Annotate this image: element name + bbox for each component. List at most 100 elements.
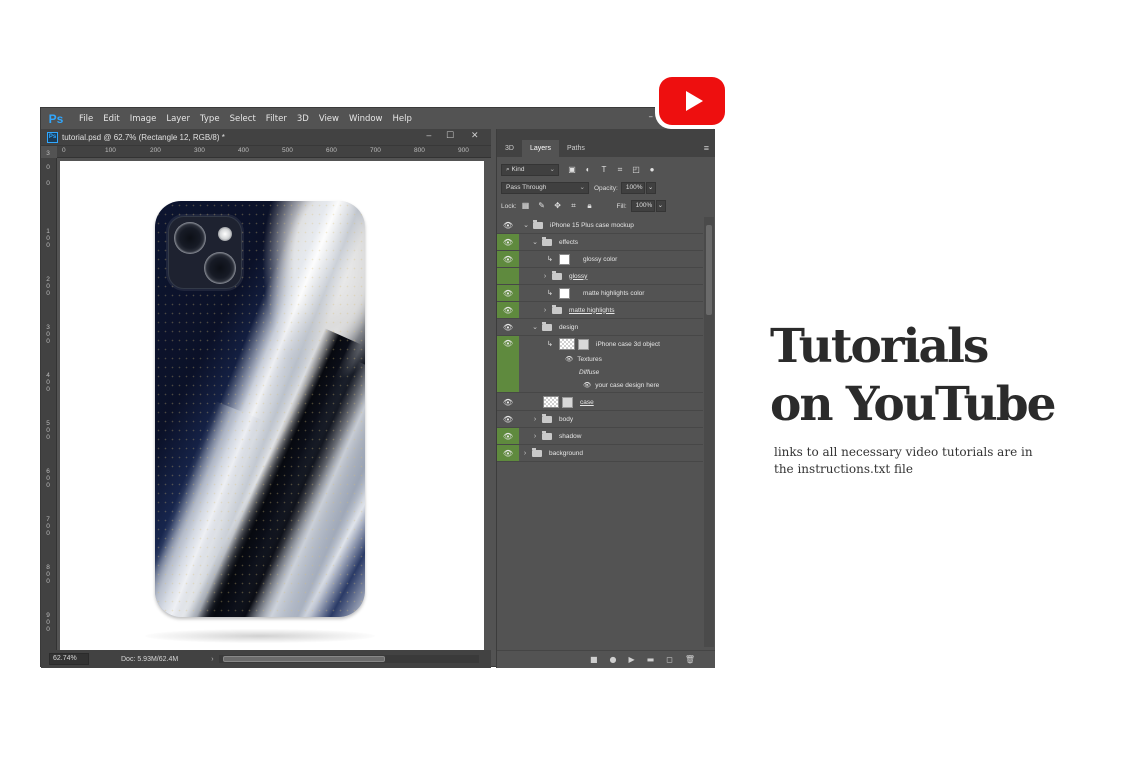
visibility-eye-icon[interactable]: 👁︎ <box>497 302 519 318</box>
ruler-tick: 200 <box>150 147 161 154</box>
layer-row[interactable]: 👁︎ ⌄ design <box>497 319 703 336</box>
close-icon[interactable]: ✕ <box>471 131 479 141</box>
chevron-down-icon: ⌄ <box>657 202 664 209</box>
lock-transparent-icon[interactable]: ▦ <box>521 201 531 211</box>
layer-row[interactable]: › glossy <box>497 268 703 285</box>
document-canvas[interactable] <box>60 161 484 653</box>
new-layer-icon[interactable]: ◻ <box>666 655 673 664</box>
layers-scrollbar[interactable] <box>704 217 714 647</box>
panel-menu-icon[interactable]: ≡ <box>704 143 709 153</box>
shape-filter-icon[interactable]: ⌗ <box>615 165 625 175</box>
chevron-right-icon[interactable]: › <box>531 416 539 423</box>
filter-kind-select[interactable]: ⌕ Kind ⌄ <box>501 164 559 176</box>
adjustment-filter-icon[interactable]: ◐ <box>583 165 593 175</box>
eye-icon[interactable]: 👁︎ <box>583 381 591 389</box>
chevron-right-icon[interactable]: › <box>541 273 549 280</box>
menu-select[interactable]: Select <box>225 114 261 124</box>
chevron-down-icon[interactable]: ⌄ <box>522 221 530 229</box>
ruler-tick: 700 <box>370 147 381 154</box>
folder-icon <box>542 430 552 440</box>
layer-content: › shadow <box>531 428 581 444</box>
menu-help[interactable]: Help <box>388 114 417 124</box>
visibility-eye-icon[interactable]: 👁︎ <box>497 217 519 233</box>
document-title: tutorial.psd @ 62.7% (Rectangle 12, RGB/… <box>62 132 225 142</box>
lock-image-icon[interactable]: ✎ <box>537 201 547 211</box>
maximize-icon[interactable]: ☐ <box>446 131 454 141</box>
layer-row-3d-object[interactable]: 👁︎ ↳ iPhone case 3d object 👁︎ Textures D… <box>497 336 703 393</box>
layer-row[interactable]: 👁︎ › matte highlights <box>497 302 703 319</box>
add-style-icon[interactable]: ● <box>610 655 617 664</box>
visibility-eye-icon[interactable]: 👁︎ <box>497 251 519 267</box>
visibility-eye-icon[interactable]: 👁︎ <box>497 336 519 392</box>
ruler-tick: 9 0 0 <box>46 612 50 633</box>
ruler-tick: 5 0 0 <box>46 420 50 441</box>
lock-label: Lock: <box>501 202 517 210</box>
opacity-field[interactable]: 100% <box>620 182 645 194</box>
ruler-tick: 1 0 0 <box>46 228 50 249</box>
chevron-right-icon[interactable]: › <box>541 307 549 314</box>
menu-file[interactable]: File <box>74 114 98 124</box>
layer-row[interactable]: 👁︎ › shadow <box>497 428 703 445</box>
chevron-down-icon[interactable]: ⌄ <box>531 323 539 331</box>
filter-toggle-icon[interactable]: ● <box>647 165 657 175</box>
layer-row[interactable]: 👁︎ › body <box>497 411 703 428</box>
visibility-eye-icon[interactable]: 👁︎ <box>497 411 519 427</box>
minimize-icon[interactable]: ‒ <box>426 131 432 141</box>
menu-edit[interactable]: Edit <box>98 114 124 124</box>
menu-filter[interactable]: Filter <box>261 114 292 124</box>
visibility-eye-icon[interactable]: 👁︎ <box>497 428 519 444</box>
menu-window[interactable]: Window <box>344 114 388 124</box>
new-group-icon[interactable]: ▬ <box>647 655 655 664</box>
type-filter-icon[interactable]: T <box>599 165 609 175</box>
visibility-eye-icon[interactable] <box>497 268 519 284</box>
smart-object-filter-icon[interactable]: ◰ <box>631 165 641 175</box>
menu-view[interactable]: View <box>314 114 344 124</box>
trash-icon[interactable]: 🗑︎ <box>685 655 695 664</box>
blend-mode-select[interactable]: Pass Through ⌄ <box>501 182 589 194</box>
visibility-eye-icon[interactable]: 👁︎ <box>497 285 519 301</box>
layer-row[interactable]: 👁︎ case <box>497 394 703 411</box>
camera-flash <box>218 227 232 241</box>
layer-row[interactable]: 👁︎ ↳ matte highlights color <box>497 285 703 302</box>
visibility-eye-icon[interactable]: 👁︎ <box>497 445 519 461</box>
visibility-eye-icon[interactable]: 👁︎ <box>497 394 519 410</box>
menu-3d[interactable]: 3D <box>292 114 314 124</box>
add-mask-icon[interactable]: ▶ <box>628 655 634 664</box>
scroll-thumb[interactable] <box>223 656 385 662</box>
smart-object-icon <box>562 396 573 408</box>
opacity-dropdown[interactable]: ⌄ <box>645 182 656 194</box>
chevron-right-icon[interactable]: › <box>521 450 529 457</box>
minimize-button[interactable]: – <box>649 112 654 122</box>
tab-paths[interactable]: Paths <box>559 140 593 157</box>
eye-icon[interactable]: 👁︎ <box>565 355 573 363</box>
visibility-eye-icon[interactable]: 👁︎ <box>497 234 519 250</box>
horizontal-scrollbar[interactable] <box>219 655 479 663</box>
document-tab[interactable]: Ps tutorial.psd @ 62.7% (Rectangle 12, R… <box>41 129 491 146</box>
zoom-field[interactable]: 62.74% <box>49 653 89 665</box>
layer-row[interactable]: 👁︎ ⌄ effects <box>497 234 703 251</box>
scroll-thumb[interactable] <box>706 225 712 315</box>
instructions-note: links to all necessary video tutorials a… <box>774 445 1033 476</box>
tab-layers[interactable]: Layers <box>521 140 559 157</box>
lock-position-icon[interactable]: ✥ <box>553 201 563 211</box>
menu-type[interactable]: Type <box>195 114 225 124</box>
layer-row[interactable]: 👁︎ › background <box>497 445 703 462</box>
layer-row[interactable]: 👁︎ ↳ glossy color <box>497 251 703 268</box>
tab-3d[interactable]: 3D <box>497 140 522 157</box>
layer-content: › glossy <box>541 268 587 284</box>
pixel-filter-icon[interactable]: ▣ <box>567 165 577 175</box>
lock-all-icon[interactable]: 🔒︎ <box>585 201 595 211</box>
layer-content: ↳ glossy color <box>547 251 617 267</box>
menu-layer[interactable]: Layer <box>161 114 195 124</box>
menu-image[interactable]: Image <box>125 114 162 124</box>
link-layers-icon[interactable]: ■ <box>590 655 598 664</box>
chevron-right-icon[interactable]: › <box>531 433 539 440</box>
layer-row[interactable]: 👁︎ ⌄ iPhone 15 Plus case mockup <box>497 217 703 234</box>
ruler-tick: 0 <box>46 180 50 187</box>
fill-field[interactable]: 100% <box>630 200 655 212</box>
chevron-down-icon[interactable]: ⌄ <box>531 238 539 246</box>
status-menu-arrow[interactable]: › <box>211 656 213 663</box>
lock-artboard-icon[interactable]: ⌗ <box>569 201 579 211</box>
fill-dropdown[interactable]: ⌄ <box>655 200 666 212</box>
visibility-eye-icon[interactable]: 👁︎ <box>497 319 519 335</box>
